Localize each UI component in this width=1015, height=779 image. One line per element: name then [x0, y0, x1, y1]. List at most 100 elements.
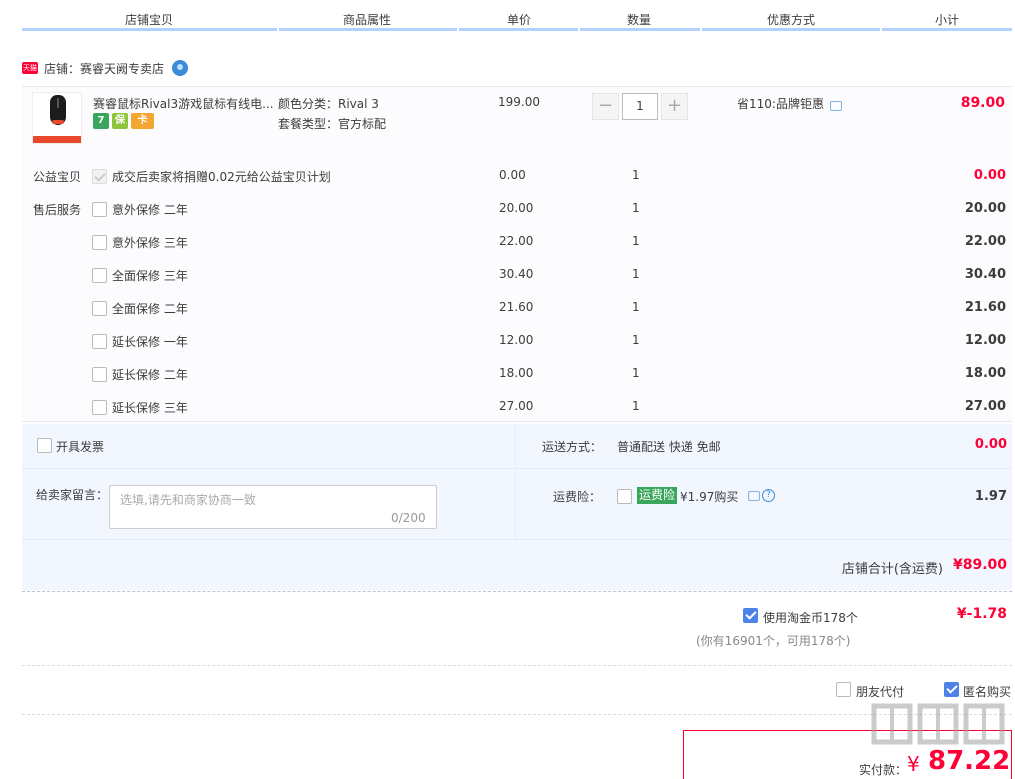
insurance-checkbox[interactable] — [617, 489, 632, 504]
header-col-attr: 商品属性 — [342, 13, 391, 27]
service-name[interactable]: 全面保修 三年 — [112, 267, 188, 284]
service-subtotal: 18.00 — [964, 366, 1006, 381]
header-separator — [457, 28, 459, 31]
service-qty: 1 — [632, 366, 640, 380]
insurance-label: 运费险： — [553, 490, 602, 504]
shop-total-value: ¥89.00 — [952, 557, 1007, 573]
options-divider — [515, 424, 516, 540]
header-separator — [578, 28, 580, 31]
shipping-price: 0.00 — [974, 437, 1007, 452]
item-subtotal: 89.00 — [960, 95, 1005, 111]
invoice-checkbox[interactable] — [37, 438, 52, 453]
taobao-coin-discount: ¥-1.78 — [956, 606, 1007, 622]
mouse-wheel-shape — [57, 98, 59, 108]
shop-total-label: 店铺合计(含运费) — [841, 562, 943, 577]
service-row: 全面保修 三年 30.40 1 30.40 — [22, 267, 1012, 287]
service-name[interactable]: 延长保修 三年 — [112, 399, 188, 416]
comment-icon[interactable] — [829, 100, 842, 111]
anonymous-purchase-checkbox[interactable] — [944, 682, 959, 697]
service-checkbox[interactable] — [92, 301, 107, 316]
section-divider — [22, 591, 1012, 592]
header-col-item: 店铺宝贝 — [124, 13, 173, 27]
shop-row: 天猫 店铺：赛睿天阙专卖店 — [22, 58, 189, 78]
message-placeholder: 选填,请先和商家协商一致 — [120, 493, 256, 507]
quantity-input[interactable]: 1 — [622, 93, 658, 120]
credit-card-icon[interactable]: 卡 — [131, 113, 154, 129]
product-title-link[interactable]: 赛睿鼠标Rival3游戏鼠标有线电... — [93, 95, 275, 112]
mouse-led-shape — [52, 120, 64, 124]
service-name[interactable]: 全面保修 二年 — [112, 300, 188, 317]
service-price: 18.00 — [499, 366, 534, 380]
service-price: 30.40 — [499, 267, 534, 281]
service-qty: 1 — [632, 168, 640, 182]
help-icon[interactable]: ? — [762, 489, 775, 502]
quantity-stepper: − 1 + — [592, 93, 688, 120]
options-divider — [22, 468, 1012, 469]
chat-seller-icon[interactable] — [172, 60, 189, 76]
service-checkbox[interactable] — [92, 334, 107, 349]
header-col-price: 单价 — [506, 13, 531, 27]
service-group-label: 售后服务 — [33, 203, 82, 217]
friend-pay-label[interactable]: 朋友代付 — [856, 683, 904, 700]
service-checkbox — [92, 169, 107, 184]
service-name[interactable]: 延长保修 二年 — [112, 366, 188, 383]
friend-pay-checkbox[interactable] — [836, 682, 851, 697]
service-name[interactable]: 意外保修 三年 — [112, 234, 188, 251]
service-subtotal: 21.60 — [964, 300, 1006, 315]
anonymous-purchase-label[interactable]: 匿名购买 — [963, 683, 1011, 700]
header-separator — [277, 28, 279, 31]
thumbnail-banner — [33, 136, 81, 143]
service-row: 公益宝贝 成交后卖家将捐赠0.02元给公益宝贝计划 0.00 1 0.00 — [22, 168, 1012, 188]
service-checkbox[interactable] — [92, 367, 107, 382]
service-row: 售后服务 意外保修 二年 20.00 1 20.00 — [22, 201, 1012, 221]
service-group-label: 公益宝贝 — [33, 170, 82, 184]
service-qty: 1 — [632, 399, 640, 413]
service-price: 27.00 — [499, 399, 534, 413]
message-label: 给卖家留言： — [36, 488, 109, 502]
insurance-icons: ? — [748, 489, 775, 502]
taobao-coin-checkbox[interactable] — [743, 608, 758, 623]
service-subtotal: 0.00 — [973, 168, 1006, 183]
item-divider — [22, 86, 1012, 87]
seven-day-return-icon[interactable]: 7 — [93, 113, 109, 129]
header-col-subtotal: 小计 — [934, 13, 959, 27]
shop-name-link[interactable]: 店铺：赛睿天阙专卖店 — [44, 60, 164, 77]
invoice-label[interactable]: 开具发票 — [56, 438, 104, 455]
quantity-decrease-button[interactable]: − — [592, 93, 619, 120]
service-subtotal: 27.00 — [964, 399, 1006, 414]
service-checkbox[interactable] — [92, 400, 107, 415]
service-row: 延长保修 二年 18.00 1 18.00 — [22, 366, 1012, 386]
section-divider — [22, 714, 1012, 715]
service-name[interactable]: 意外保修 二年 — [112, 201, 188, 218]
section-divider — [22, 665, 1012, 666]
service-price: 22.00 — [499, 234, 534, 248]
taobao-coin-note: (你有16901个，可用178个) — [696, 634, 851, 648]
service-price: 20.00 — [499, 201, 534, 215]
insurance-tag: 运费险 — [637, 487, 678, 504]
header-separator — [700, 28, 702, 31]
quantity-increase-button[interactable]: + — [661, 93, 688, 120]
service-qty: 1 — [632, 201, 640, 215]
service-qty: 1 — [632, 300, 640, 314]
service-row: 全面保修 二年 21.60 1 21.60 — [22, 300, 1012, 320]
service-name[interactable]: 延长保修 一年 — [112, 333, 188, 350]
attr-color: 颜色分类：Rival 3 — [278, 97, 379, 111]
watermark-logo-icon — [871, 703, 1005, 745]
service-checkbox[interactable] — [92, 202, 107, 217]
shipping-method: 普通配送 快递 免邮 — [617, 440, 721, 454]
options-divider — [22, 539, 1012, 540]
tmall-icon: 天猫 — [22, 62, 38, 74]
comment-icon[interactable] — [748, 491, 760, 501]
message-char-count: 0/200 — [391, 511, 426, 525]
service-row: 延长保修 一年 12.00 1 12.00 — [22, 333, 1012, 353]
service-checkbox[interactable] — [92, 268, 107, 283]
unit-price: 199.00 — [498, 95, 540, 109]
warranty-icon[interactable]: 保 — [112, 113, 128, 129]
service-qty: 1 — [632, 234, 640, 248]
service-qty: 1 — [632, 333, 640, 347]
service-price: 12.00 — [499, 333, 534, 347]
service-name: 成交后卖家将捐赠0.02元给公益宝贝计划 — [112, 170, 331, 184]
taobao-coin-label[interactable]: 使用淘金币178个 — [763, 609, 858, 626]
service-checkbox[interactable] — [92, 235, 107, 250]
service-qty: 1 — [632, 267, 640, 281]
